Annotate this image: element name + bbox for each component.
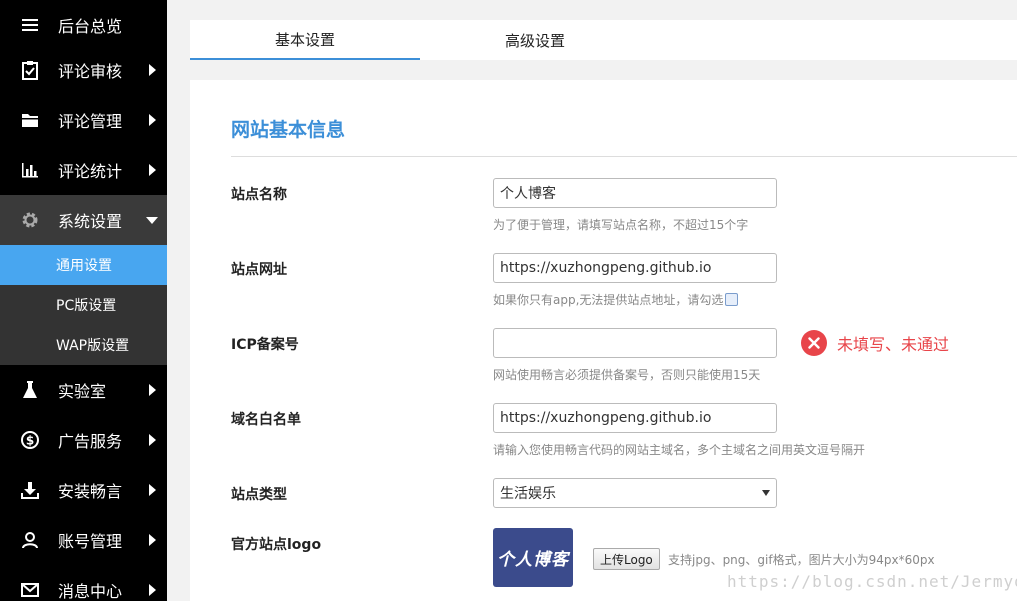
chevron-right-icon xyxy=(149,534,156,546)
whitelist-label: 域名白名单 xyxy=(231,412,301,428)
bar-chart-icon xyxy=(20,160,40,180)
chevron-right-icon xyxy=(149,434,156,446)
site-name-input[interactable] xyxy=(493,178,777,208)
caret-down-icon xyxy=(762,490,770,496)
site-url-input[interactable] xyxy=(493,253,777,283)
folder-icon xyxy=(20,110,40,130)
site-type-label: 站点类型 xyxy=(231,487,287,503)
svg-text:$: $ xyxy=(26,434,34,448)
sidebar-subitem-wap-settings[interactable]: WAP版设置 xyxy=(0,325,167,365)
sidebar-item-label: 安装畅言 xyxy=(58,482,123,501)
tab-advanced-settings[interactable]: 高级设置 xyxy=(420,20,650,60)
sidebar-item-label: 后台总览 xyxy=(58,17,123,36)
sidebar-item-account[interactable]: 账号管理 xyxy=(0,515,167,565)
mail-icon xyxy=(20,580,40,600)
sidebar-item-install[interactable]: 安装畅言 xyxy=(0,465,167,515)
settings-panel: 网站基本信息 站点名称 为了便于管理，请填写站点名称，不超过15个字 站点网址 … xyxy=(190,80,1017,601)
sidebar-item-label: 实验室 xyxy=(58,382,107,401)
no-site-checkbox[interactable] xyxy=(725,293,739,306)
logo-label: 官方站点logo xyxy=(231,537,322,553)
upload-logo-hint: 支持jpg、png、gif格式，图片大小为94px*60px xyxy=(668,553,935,567)
sidebar-item-comment-manage[interactable]: 评论管理 xyxy=(0,95,167,145)
site-name-label: 站点名称 xyxy=(231,187,287,203)
sidebar-item-label: 消息中心 xyxy=(58,582,123,601)
watermark: https://blog.csdn.net/Jermyo xyxy=(727,572,1017,591)
icp-error: 未填写、未通过 xyxy=(801,330,949,356)
site-name-hint: 为了便于管理，请填写站点名称，不超过15个字 xyxy=(493,218,749,232)
sidebar-item-label: 广告服务 xyxy=(58,432,123,451)
flask-icon xyxy=(20,380,40,400)
sidebar-item-overview[interactable]: 后台总览 xyxy=(0,0,167,50)
chevron-right-icon xyxy=(149,64,156,76)
sidebar-item-comment-review[interactable]: 评论审核 xyxy=(0,45,167,95)
upload-logo-button[interactable]: 上传Logo xyxy=(593,548,660,570)
sidebar-item-messages[interactable]: 消息中心 xyxy=(0,565,167,601)
chevron-right-icon xyxy=(149,164,156,176)
sidebar-subitem-label: PC版设置 xyxy=(56,298,117,314)
whitelist-hint: 请输入您使用畅言代码的网站主域名，多个主域名之间用英文逗号隔开 xyxy=(493,443,866,457)
chevron-right-icon xyxy=(149,584,156,596)
user-icon xyxy=(20,530,40,550)
sidebar-subitem-label: WAP版设置 xyxy=(56,338,130,354)
site-url-hint: 如果你只有app,无法提供站点地址，请勾选 xyxy=(493,293,724,307)
section-title: 网站基本信息 xyxy=(231,119,346,141)
chevron-right-icon xyxy=(149,484,156,496)
gear-icon xyxy=(20,210,40,230)
sidebar-item-label: 评论统计 xyxy=(58,162,123,181)
sidebar-subitem-label: 通用设置 xyxy=(56,258,112,274)
chevron-down-icon xyxy=(146,216,158,224)
icp-label: ICP备案号 xyxy=(231,337,299,353)
section-divider xyxy=(231,156,1017,157)
sidebar-item-label: 评论审核 xyxy=(58,62,123,81)
site-url-label: 站点网址 xyxy=(231,262,287,278)
checklist-icon xyxy=(20,60,40,80)
sidebar-subitem-pc-settings[interactable]: PC版设置 xyxy=(0,285,167,325)
sidebar-item-label: 系统设置 xyxy=(58,212,123,231)
site-type-value: 生活娱乐 xyxy=(500,486,556,502)
error-icon xyxy=(801,330,827,356)
site-url-hint-wrap: 如果你只有app,无法提供站点地址，请勾选 xyxy=(493,291,739,308)
site-logo-text: 个人博客 xyxy=(497,550,569,570)
dollar-icon: $ xyxy=(20,430,40,450)
whitelist-input[interactable] xyxy=(493,403,777,433)
settings-tabs: 基本设置 高级设置 xyxy=(190,20,1017,60)
icp-error-text: 未填写、未通过 xyxy=(837,335,950,354)
sidebar-item-label: 评论管理 xyxy=(58,112,123,131)
sidebar-item-system-settings[interactable]: 系统设置 xyxy=(0,195,167,245)
site-type-select[interactable]: 生活娱乐 xyxy=(493,478,777,508)
site-logo: 个人博客 xyxy=(493,528,573,587)
chevron-right-icon xyxy=(149,384,156,396)
sidebar-item-comment-stats[interactable]: 评论统计 xyxy=(0,145,167,195)
sidebar: 后台总览 评论审核 评论管理 评论统计 系统设置 通用设置 PC版设置 WAP版… xyxy=(0,0,167,601)
menu-icon xyxy=(20,15,40,35)
chevron-right-icon xyxy=(149,114,156,126)
sidebar-item-ad-service[interactable]: $ 广告服务 xyxy=(0,415,167,465)
sidebar-subitem-general-settings[interactable]: 通用设置 xyxy=(0,245,167,285)
download-icon xyxy=(20,480,40,500)
icp-input[interactable] xyxy=(493,328,777,358)
icp-hint: 网站使用畅言必须提供备案号，否则只能使用15天 xyxy=(493,368,761,382)
sidebar-item-label: 账号管理 xyxy=(58,532,123,551)
sidebar-item-lab[interactable]: 实验室 xyxy=(0,365,167,415)
tab-basic-settings[interactable]: 基本设置 xyxy=(190,20,420,60)
